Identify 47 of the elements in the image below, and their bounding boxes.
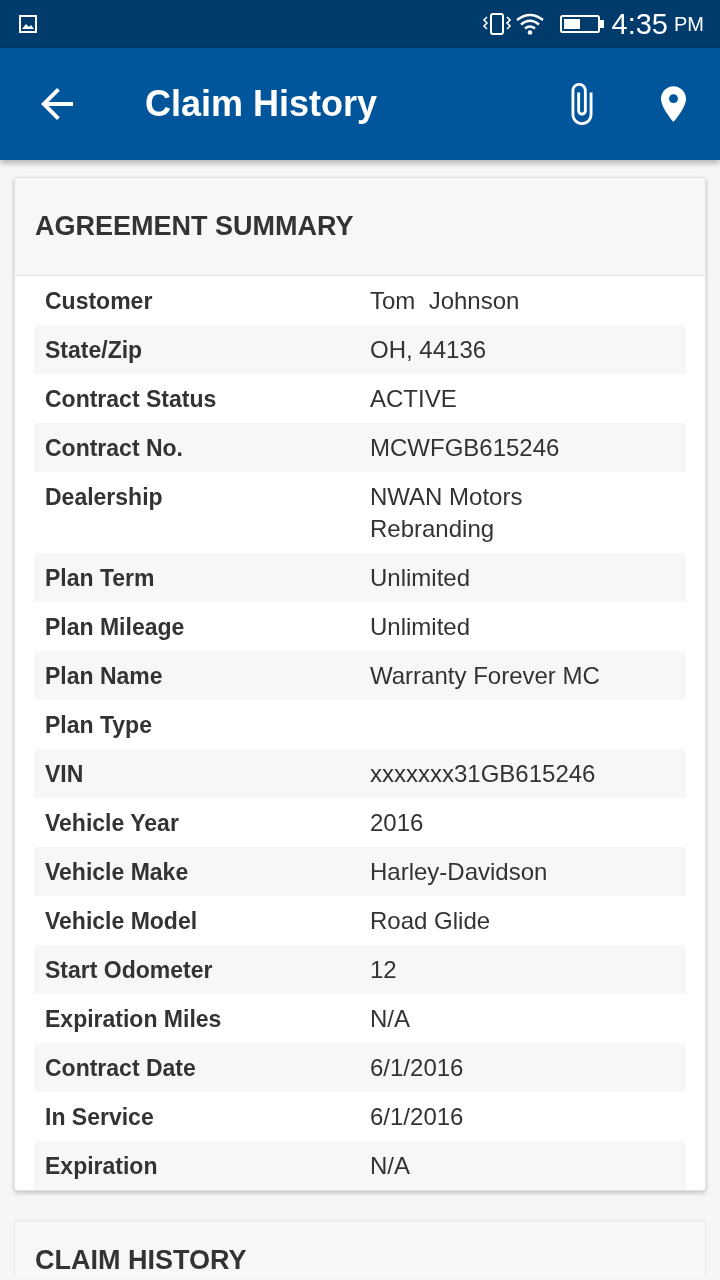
field-value: Unlimited — [370, 553, 686, 602]
field-label: Vehicle Year — [44, 808, 180, 838]
wifi-icon — [515, 13, 544, 35]
field-value: Unlimited — [370, 611, 472, 642]
field-label: Start Odometer — [34, 945, 370, 994]
screen-title: Claim History — [145, 82, 378, 126]
field-value: N/A — [370, 1141, 686, 1190]
location-pin-icon[interactable] — [661, 86, 686, 122]
field-label: Plan Term — [34, 553, 370, 602]
field-label: Dealership — [44, 482, 164, 512]
field-value: 12 — [370, 945, 686, 994]
field-value: OH, 44136 — [370, 325, 686, 374]
field-label: VIN — [34, 749, 370, 798]
field-label: Expiration — [34, 1141, 370, 1190]
back-arrow-icon[interactable] — [41, 88, 73, 120]
battery-icon — [559, 15, 604, 33]
field-value: ACTIVE — [370, 383, 458, 414]
field-value: 2016 — [370, 807, 425, 838]
field-value: NWAN Motors Rebranding — [370, 481, 524, 544]
field-value: Warranty Forever MC — [370, 651, 686, 700]
paperclip-icon[interactable] — [571, 83, 593, 125]
vibrate-icon — [481, 13, 512, 35]
field-label: Plan Mileage — [44, 612, 186, 642]
field-label: Plan Name — [34, 651, 370, 700]
field-label: Vehicle Model — [44, 906, 199, 936]
clock-period: PM — [674, 14, 704, 34]
field-label: Customer — [44, 286, 154, 316]
field-label: Contract Status — [44, 384, 218, 414]
field-value: Road Glide — [370, 905, 492, 936]
section-title: CLAIM HISTORY — [35, 1244, 248, 1277]
field-label: In Service — [44, 1102, 155, 1132]
field-value: Harley-Davidson — [370, 847, 686, 896]
field-label: State/Zip — [34, 325, 370, 374]
clock-time: 4:35 — [611, 9, 668, 39]
field-label: Expiration Miles — [44, 1004, 223, 1034]
field-value: N/A — [370, 1003, 411, 1034]
field-value: xxxxxxx31GB615246 — [370, 749, 686, 798]
field-value: MCWFGB615246 — [370, 423, 686, 472]
image-icon — [19, 15, 37, 33]
field-label: Contract Date — [34, 1043, 370, 1092]
field-value: 6/1/2016 — [370, 1043, 686, 1092]
field-label: Plan Type — [44, 710, 153, 740]
field-label: Contract No. — [34, 423, 370, 472]
section-title: AGREEMENT SUMMARY — [35, 210, 355, 243]
field-value: 6/1/2016 — [370, 1101, 465, 1132]
field-label: Vehicle Make — [34, 847, 370, 896]
field-value: Tom Johnson — [370, 285, 521, 316]
